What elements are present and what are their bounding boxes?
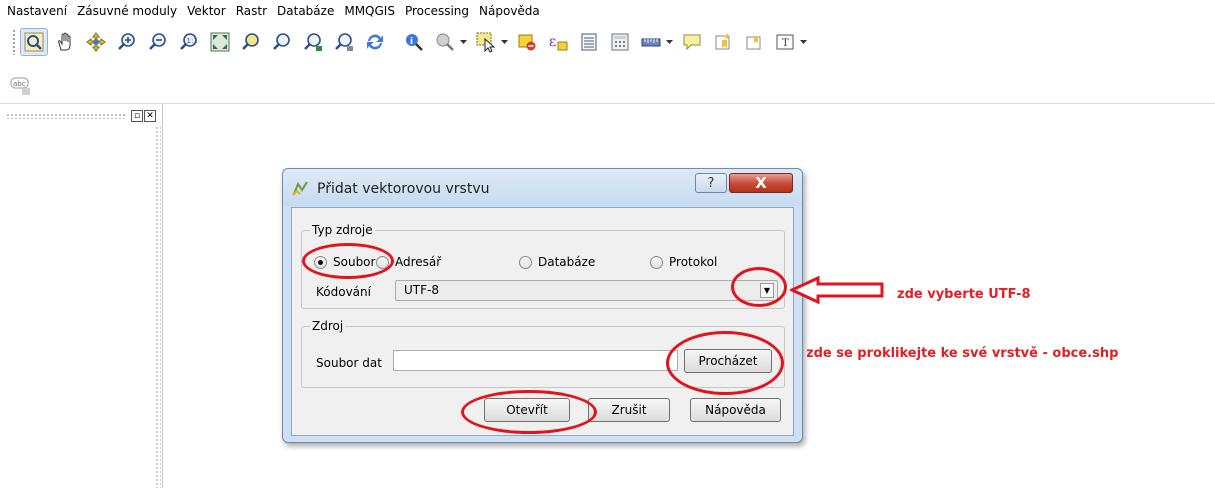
layers-panel: ▫ ✕ xyxy=(0,104,163,488)
radio-databaze[interactable]: Databáze xyxy=(519,255,595,269)
zoom-to-selection-icon[interactable] xyxy=(237,28,265,56)
text-annotation-icon[interactable]: T xyxy=(771,28,799,56)
feature-action-icon[interactable] xyxy=(431,28,459,56)
radio-protokol[interactable]: Protokol xyxy=(650,255,717,269)
zoom-to-layer-icon[interactable] xyxy=(268,28,296,56)
field-calculator-icon[interactable] xyxy=(606,28,634,56)
radio-adresar[interactable]: Adresář xyxy=(376,255,442,269)
zoom-native-icon[interactable]: 1:1 xyxy=(175,28,203,56)
select-by-expression-icon[interactable]: ε xyxy=(544,28,572,56)
svg-text:T: T xyxy=(782,38,789,49)
svg-text:ε: ε xyxy=(549,34,556,50)
annotation-utf8-note: zde vyberte UTF-8 xyxy=(897,287,1031,302)
radio-unchecked-icon xyxy=(650,255,663,269)
svg-text:1:1: 1:1 xyxy=(187,37,198,45)
annotation-ellipse-soubor xyxy=(302,243,394,279)
zoom-last-icon[interactable] xyxy=(299,28,327,56)
map-tips-icon[interactable] xyxy=(678,28,706,56)
close-panel-icon[interactable]: ✕ xyxy=(144,110,156,122)
deselect-icon[interactable] xyxy=(513,28,541,56)
attribute-table-icon[interactable] xyxy=(575,28,603,56)
chevron-down-icon[interactable] xyxy=(459,28,467,56)
menu-vektor[interactable]: Vektor xyxy=(187,4,226,18)
annotation-ellipse-encoding xyxy=(731,267,787,307)
menu-zasuvne-moduly[interactable]: Zásuvné moduly xyxy=(77,4,177,18)
dataset-label: Soubor dat xyxy=(316,356,382,370)
zoom-in-icon[interactable] xyxy=(113,28,141,56)
cancel-button[interactable]: Zrušit xyxy=(588,398,670,422)
dialog-title: Přidat vektorovou vrstvu xyxy=(317,181,490,197)
panel-titlebar: ▫ ✕ xyxy=(6,109,156,123)
menu-rastr[interactable]: Rastr xyxy=(236,4,267,18)
help-button[interactable]: Nápověda xyxy=(690,398,781,422)
chevron-down-icon[interactable] xyxy=(665,28,673,56)
svg-text:i: i xyxy=(410,37,413,47)
zoom-next-icon[interactable] xyxy=(330,28,358,56)
radio-protokol-label: Protokol xyxy=(669,255,718,269)
source-legend: Zdroj xyxy=(310,319,346,333)
encoding-select[interactable]: UTF-8 ▼ xyxy=(395,280,778,301)
chevron-down-icon[interactable] xyxy=(500,28,508,56)
menu-databaze[interactable]: Databáze xyxy=(277,4,334,18)
add-vector-layer-icon xyxy=(292,180,309,196)
source-type-legend: Typ zdroje xyxy=(310,223,375,237)
panel-grip[interactable] xyxy=(6,113,126,119)
pan-hand-icon[interactable] xyxy=(51,28,79,56)
annotation-ellipse-open xyxy=(461,390,597,434)
annotation-divider xyxy=(806,338,807,404)
pan-map-icon[interactable] xyxy=(20,28,48,56)
menu-processing[interactable]: Processing xyxy=(405,4,469,18)
annotation-ellipse-browse xyxy=(666,331,784,395)
help-icon[interactable]: ? xyxy=(695,173,727,193)
encoding-label: Kódování xyxy=(316,285,371,299)
show-bookmarks-icon[interactable] xyxy=(740,28,768,56)
label-abc-icon[interactable]: abc xyxy=(10,76,32,96)
new-bookmark-icon[interactable] xyxy=(709,28,737,56)
dataset-input[interactable] xyxy=(393,350,678,371)
measure-icon[interactable] xyxy=(637,28,665,56)
menu-nastaveni[interactable]: Nastavení xyxy=(7,4,67,18)
float-panel-icon[interactable]: ▫ xyxy=(131,110,143,122)
refresh-icon[interactable] xyxy=(361,28,389,56)
radio-unchecked-icon xyxy=(519,255,532,269)
toolbar-grip[interactable] xyxy=(12,29,16,55)
zoom-full-icon[interactable] xyxy=(206,28,234,56)
annotation-arrow-icon xyxy=(790,275,884,305)
svg-text:abc: abc xyxy=(13,80,26,88)
chevron-down-icon[interactable] xyxy=(799,28,807,56)
annotation-layer-note: zde se proklikejte ke své vrstvě - obce.… xyxy=(806,346,1119,361)
identify-icon[interactable]: i xyxy=(400,28,428,56)
close-icon[interactable]: X xyxy=(729,173,793,193)
select-features-icon[interactable] xyxy=(472,28,500,56)
map-navigation-toolbar: 1:1 i ε T xyxy=(0,22,1215,62)
panel-splitter[interactable] xyxy=(155,126,161,488)
dialog-titlebar: Přidat vektorovou vrstvu ? X xyxy=(283,169,802,206)
menu-mmqgis[interactable]: MMQGIS xyxy=(344,4,395,18)
label-toolbar: abc xyxy=(0,66,1215,104)
menu-bar: Nastavení Zásuvné moduly Vektor Rastr Da… xyxy=(0,0,1215,22)
radio-adresar-label: Adresář xyxy=(395,255,442,269)
encoding-value: UTF-8 xyxy=(404,283,439,297)
pan-to-selection-icon[interactable] xyxy=(82,28,110,56)
radio-databaze-label: Databáze xyxy=(538,255,596,269)
zoom-out-icon[interactable] xyxy=(144,28,172,56)
menu-napoveda[interactable]: Nápověda xyxy=(479,4,540,18)
